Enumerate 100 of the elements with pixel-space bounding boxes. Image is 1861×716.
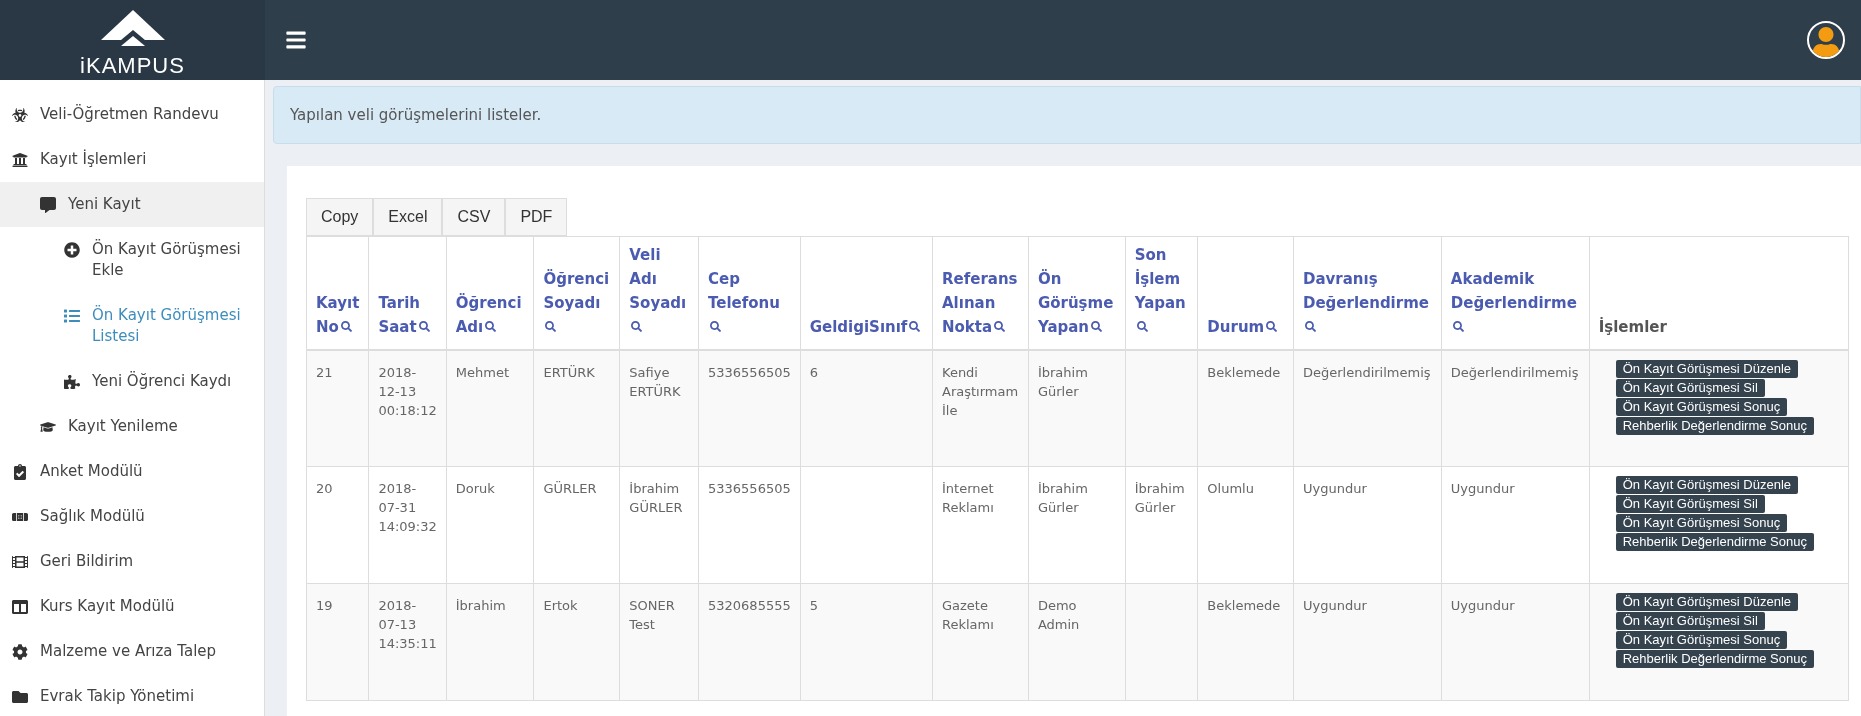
sidebar-item[interactable]: Veli-Öğretmen Randevu — [0, 92, 264, 137]
table-cell: GÜRLER — [533, 466, 620, 584]
search-icon[interactable] — [545, 320, 557, 332]
action-button[interactable]: Rehberlik Değerlendirme Sonuç — [1615, 533, 1814, 551]
search-icon[interactable] — [1136, 320, 1148, 332]
column-header[interactable]: Öğrenci Adı — [446, 236, 534, 350]
search-icon[interactable] — [1091, 320, 1103, 332]
export-button[interactable]: Copy — [306, 198, 374, 236]
film-icon — [12, 554, 28, 570]
table-cell: 19 — [306, 583, 369, 701]
table-cell: Olumlu — [1197, 466, 1294, 584]
action-button[interactable]: Ön Kayıt Görüşmesi Sil — [1615, 495, 1765, 513]
sidebar-item[interactable]: Geri Bildirim — [0, 539, 264, 584]
action-button[interactable]: Ön Kayıt Görüşmesi Sil — [1615, 612, 1765, 630]
table-cell: Doruk — [446, 466, 534, 584]
column-header[interactable]: Veli Adı Soyadı — [619, 236, 699, 350]
search-icon[interactable] — [340, 320, 352, 332]
logo[interactable]: iKAMPUS — [0, 0, 265, 80]
sidebar-item[interactable]: Sağlık Modülü — [0, 494, 264, 539]
user-icon — [1811, 27, 1841, 57]
table-cell: 2018-12-13 00:18:12 — [368, 349, 447, 467]
action-button[interactable]: Ön Kayıt Görüşmesi Sonuç — [1615, 514, 1788, 532]
column-header[interactable]: Akademik Değerlendirme — [1441, 236, 1590, 350]
action-button[interactable]: Ön Kayıt Görüşmesi Sil — [1615, 378, 1765, 397]
sidebar-item[interactable]: Ön Kayıt Görüşmesi Ekle — [0, 227, 264, 293]
export-button[interactable]: Excel — [373, 198, 443, 236]
action-button[interactable]: Ön Kayıt Görüşmesi Düzenle — [1615, 476, 1799, 494]
table-cell: Uygundur — [1441, 466, 1590, 584]
table-cell: Gazete Reklamı — [932, 583, 1029, 701]
column-header[interactable]: Davranış Değerlendirme — [1293, 236, 1442, 350]
table-cell: 5320685555 — [698, 583, 801, 701]
logo-text: iKAMPUS — [80, 54, 185, 78]
table-cell: İbrahim Gürler — [1028, 466, 1126, 584]
column-header[interactable]: Son İşlem Yapan — [1125, 236, 1198, 350]
table-cell: İbrahim Gürler — [1125, 466, 1198, 584]
column-header[interactable]: Tarih Saat — [368, 236, 447, 350]
search-icon[interactable] — [1452, 320, 1464, 332]
table-cell: Değerlendirilmemiş — [1441, 349, 1590, 467]
column-header[interactable]: Öğrenci Soyadı — [533, 236, 620, 350]
search-icon[interactable] — [710, 320, 721, 332]
sidebar-item[interactable]: Kurs Kayıt Modülü — [0, 584, 264, 629]
sidebar-item[interactable]: Kayıt Yenileme — [0, 404, 264, 449]
sidebar-item[interactable]: Anket Modülü — [0, 449, 264, 494]
table-cell: 5 — [800, 583, 933, 701]
columns-icon — [12, 599, 28, 615]
table-cell: Uygundur — [1441, 583, 1590, 701]
table-cell: İnternet Reklamı — [932, 466, 1029, 584]
table-cell: ERTÜRK — [533, 349, 620, 467]
menu-icon[interactable] — [285, 29, 307, 51]
column-header[interactable]: Referans Alınan Nokta — [932, 236, 1029, 350]
table-cell: 21 — [306, 349, 369, 467]
table-cell: Kendi Araştırmam İle — [932, 349, 1029, 467]
table-cell: İbrahim GÜRLER — [619, 466, 699, 584]
search-icon[interactable] — [418, 320, 430, 332]
search-icon[interactable] — [631, 320, 643, 332]
sidebar-item[interactable]: Evrak Takip Yönetimi — [0, 674, 264, 716]
clipboard-icon — [12, 464, 28, 480]
table-cell: Demo Admin — [1028, 583, 1126, 701]
search-icon[interactable] — [909, 320, 921, 332]
action-button[interactable]: Rehberlik Değerlendirme Sonuç — [1615, 650, 1814, 668]
column-header[interactable]: Ön Görüşme Yapan — [1028, 236, 1126, 350]
table-cell: Beklemede — [1197, 349, 1294, 467]
search-icon[interactable] — [994, 320, 1006, 332]
search-icon[interactable] — [1304, 320, 1316, 332]
table-cell: 6 — [800, 349, 933, 467]
table-cell: İbrahim Gürler — [1028, 349, 1126, 467]
table-cell: Ertok — [533, 583, 620, 701]
action-button[interactable]: Ön Kayıt Görüşmesi Düzenle — [1615, 593, 1799, 611]
sidebar-item[interactable]: Yeni Öğrenci Kaydı — [0, 359, 264, 404]
column-header[interactable]: İşlemler — [1589, 236, 1849, 350]
sidebar-item[interactable]: Yeni Kayıt — [0, 182, 264, 227]
table-cell: 5336556505 — [698, 466, 801, 584]
sidebar-item[interactable]: Ön Kayıt Görüşmesi Listesi — [0, 293, 264, 359]
search-icon[interactable] — [1266, 320, 1278, 332]
action-button[interactable]: Ön Kayıt Görüşmesi Sonuç — [1615, 631, 1788, 649]
action-button[interactable]: Ön Kayıt Görüşmesi Sonuç — [1615, 397, 1788, 416]
table-cell: Uygundur — [1293, 583, 1442, 701]
column-header[interactable]: GeldigiSınıf — [800, 236, 933, 350]
info-banner: Yapılan veli görüşmelerini listeler. — [273, 86, 1861, 144]
folder-icon — [12, 689, 28, 705]
table-cell: 2018-07-31 14:09:32 — [368, 466, 447, 584]
avatar[interactable] — [1807, 21, 1845, 59]
table-cell: 2018-07-13 14:35:11 — [368, 583, 447, 701]
search-icon[interactable] — [485, 320, 497, 332]
list-icon — [64, 308, 80, 324]
settings-icon — [12, 644, 28, 660]
table-cell: Uygundur — [1293, 466, 1442, 584]
comment-icon — [40, 197, 56, 213]
column-header[interactable]: Durum — [1197, 236, 1294, 350]
sidebar-item[interactable]: Malzeme ve Arıza Talep — [0, 629, 264, 674]
action-button[interactable]: Rehberlik Değerlendirme Sonuç — [1615, 416, 1814, 435]
sidebar-item[interactable]: Kayıt İşlemleri — [0, 137, 264, 182]
export-button[interactable]: PDF — [505, 198, 568, 236]
column-header[interactable]: Kayıt No — [306, 236, 369, 350]
export-button[interactable]: CSV — [442, 198, 506, 236]
action-button[interactable]: Ön Kayıt Görüşmesi Düzenle — [1615, 359, 1799, 378]
column-header[interactable]: Cep Telefonu — [698, 236, 801, 350]
table-cell: İbrahim — [446, 583, 534, 701]
graduation-cap-icon — [40, 419, 56, 435]
table-cell: Değerlendirilmemiş — [1293, 349, 1442, 467]
